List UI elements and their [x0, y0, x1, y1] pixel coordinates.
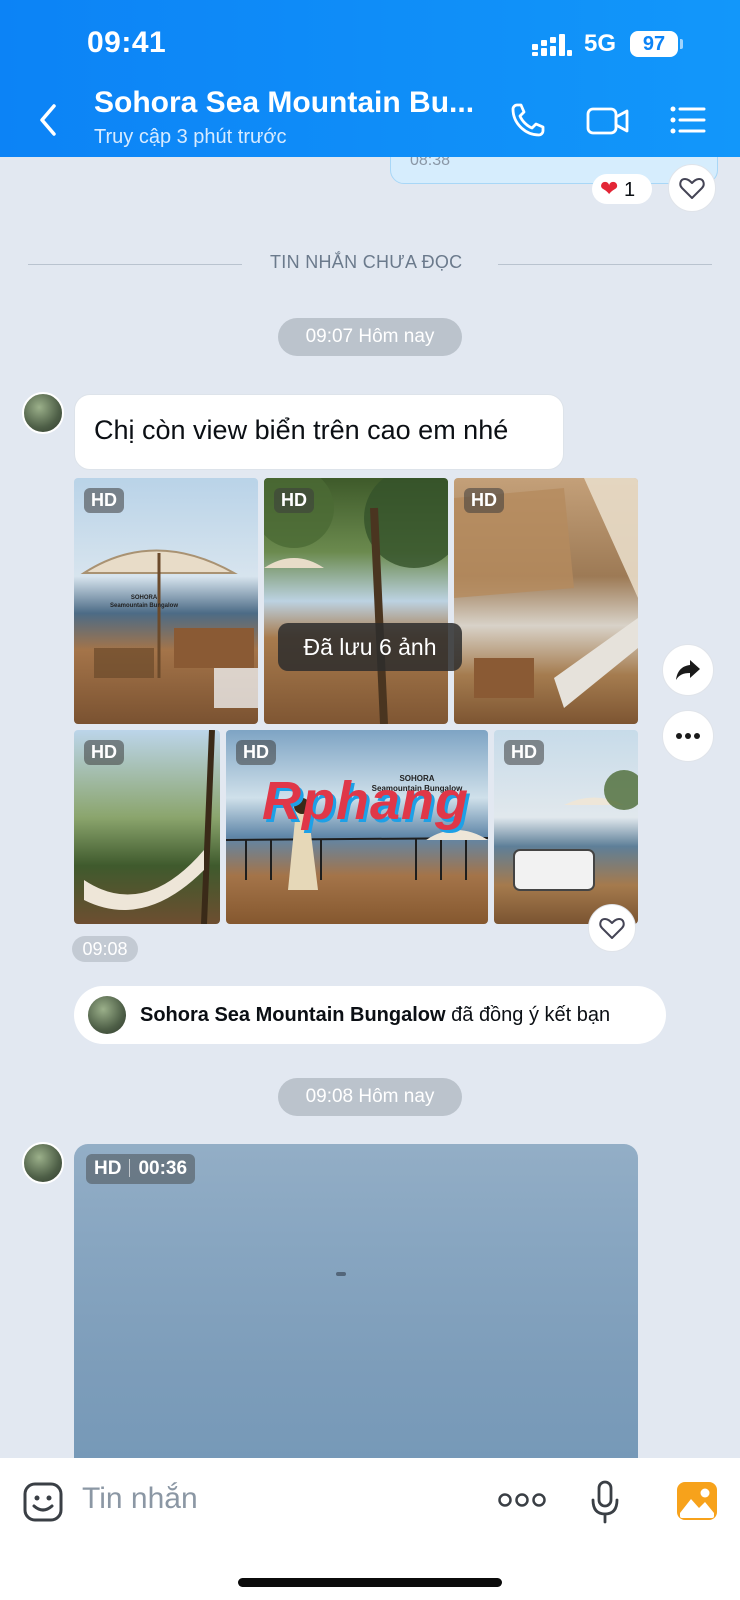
- watermark-text: Rphang: [262, 771, 469, 831]
- more-actions-icon[interactable]: [498, 1490, 546, 1510]
- phone-call-icon[interactable]: [508, 100, 548, 140]
- photo-like-button[interactable]: [588, 904, 636, 952]
- video-duration: 00:36: [138, 1158, 188, 1179]
- video-badge-separator: [129, 1159, 131, 1177]
- gallery-image-icon[interactable]: [676, 1481, 718, 1521]
- brand-line-2: Seamountain Bungalow: [109, 603, 178, 609]
- heart-reaction-icon: ❤: [600, 176, 619, 201]
- network-label: 5G: [584, 30, 617, 57]
- more-options-button[interactable]: [662, 710, 714, 762]
- home-indicator: [238, 1578, 502, 1587]
- stairs-photo-art: [454, 478, 638, 708]
- photo-brand-text: SOHORA Seamountain Bungalow: [104, 594, 184, 610]
- time-chip: 09:08 Hôm nay: [278, 1078, 462, 1116]
- chat-title[interactable]: Sohora Sea Mountain Bu...: [94, 86, 474, 120]
- photo-hammock[interactable]: HD: [74, 730, 220, 924]
- hd-badge: HD: [84, 740, 124, 765]
- photo-umbrella-deck[interactable]: HD SOHORA Seamountain Bungalow: [74, 478, 258, 724]
- reaction-pill[interactable]: ❤ 1: [592, 174, 652, 204]
- status-time: 09:41: [87, 26, 167, 59]
- unread-divider-label: TIN NHẮN CHƯA ĐỌC: [270, 252, 463, 272]
- video-call-icon[interactable]: [586, 100, 630, 140]
- video-hd-label: HD: [94, 1158, 122, 1179]
- sender-avatar[interactable]: [22, 392, 64, 434]
- divider-line-left: [28, 264, 242, 265]
- photos-time: 09:08: [72, 936, 138, 962]
- video-message[interactable]: [74, 1144, 638, 1460]
- more-dots-icon: [676, 733, 700, 739]
- tree-photo-art: [264, 478, 448, 724]
- like-button[interactable]: [668, 164, 716, 212]
- friend-action: đã đồng ý kết bạn: [445, 1004, 611, 1026]
- microphone-icon[interactable]: [590, 1480, 620, 1524]
- share-arrow-icon: [676, 660, 700, 680]
- sticker-emoji-icon[interactable]: [22, 1481, 64, 1523]
- chat-header: 09:41 5G 97 Sohora Sea Mountain Bu... Tr…: [0, 0, 740, 157]
- signal-icon: [532, 34, 572, 56]
- friend-avatar[interactable]: [88, 996, 126, 1034]
- photo-tree-deck[interactable]: HD: [264, 478, 448, 724]
- menu-list-icon[interactable]: [668, 100, 708, 140]
- saved-toast: Đã lưu 6 ảnh: [278, 623, 462, 671]
- friend-name: Sohora Sea Mountain Bungalow: [140, 1004, 446, 1026]
- back-arrow-icon[interactable]: [34, 100, 64, 140]
- heart-outline-icon: [679, 178, 705, 199]
- hd-badge: HD: [236, 740, 276, 765]
- hd-badge: HD: [84, 488, 124, 513]
- reaction-count: 1: [624, 179, 636, 201]
- photo-stairs-bungalow[interactable]: HD: [454, 478, 638, 724]
- forward-button[interactable]: [662, 644, 714, 696]
- video-badge: HD 00:36: [86, 1154, 196, 1184]
- message-input[interactable]: Tin nhắn: [82, 1482, 198, 1516]
- video-speck: [336, 1272, 346, 1276]
- last-seen-text: Truy cập 3 phút trước: [94, 126, 287, 148]
- time-chip: 09:07 Hôm nay: [278, 318, 462, 356]
- hd-badge: HD: [464, 488, 504, 513]
- heart-outline-icon: [599, 918, 625, 939]
- sender-avatar[interactable]: [22, 1142, 64, 1184]
- hd-badge: HD: [504, 740, 544, 765]
- brand-line-1: SOHORA: [130, 595, 158, 601]
- hd-badge: HD: [274, 488, 314, 513]
- friend-accepted-text: Sohora Sea Mountain Bungalow đã đồng ý k…: [140, 1004, 610, 1027]
- divider-line-right: [498, 264, 712, 265]
- battery-indicator: 97: [630, 31, 683, 57]
- message-text: Chị còn view biển trên cao em nhé: [94, 415, 509, 445]
- photo-bathtub[interactable]: HD: [494, 730, 638, 924]
